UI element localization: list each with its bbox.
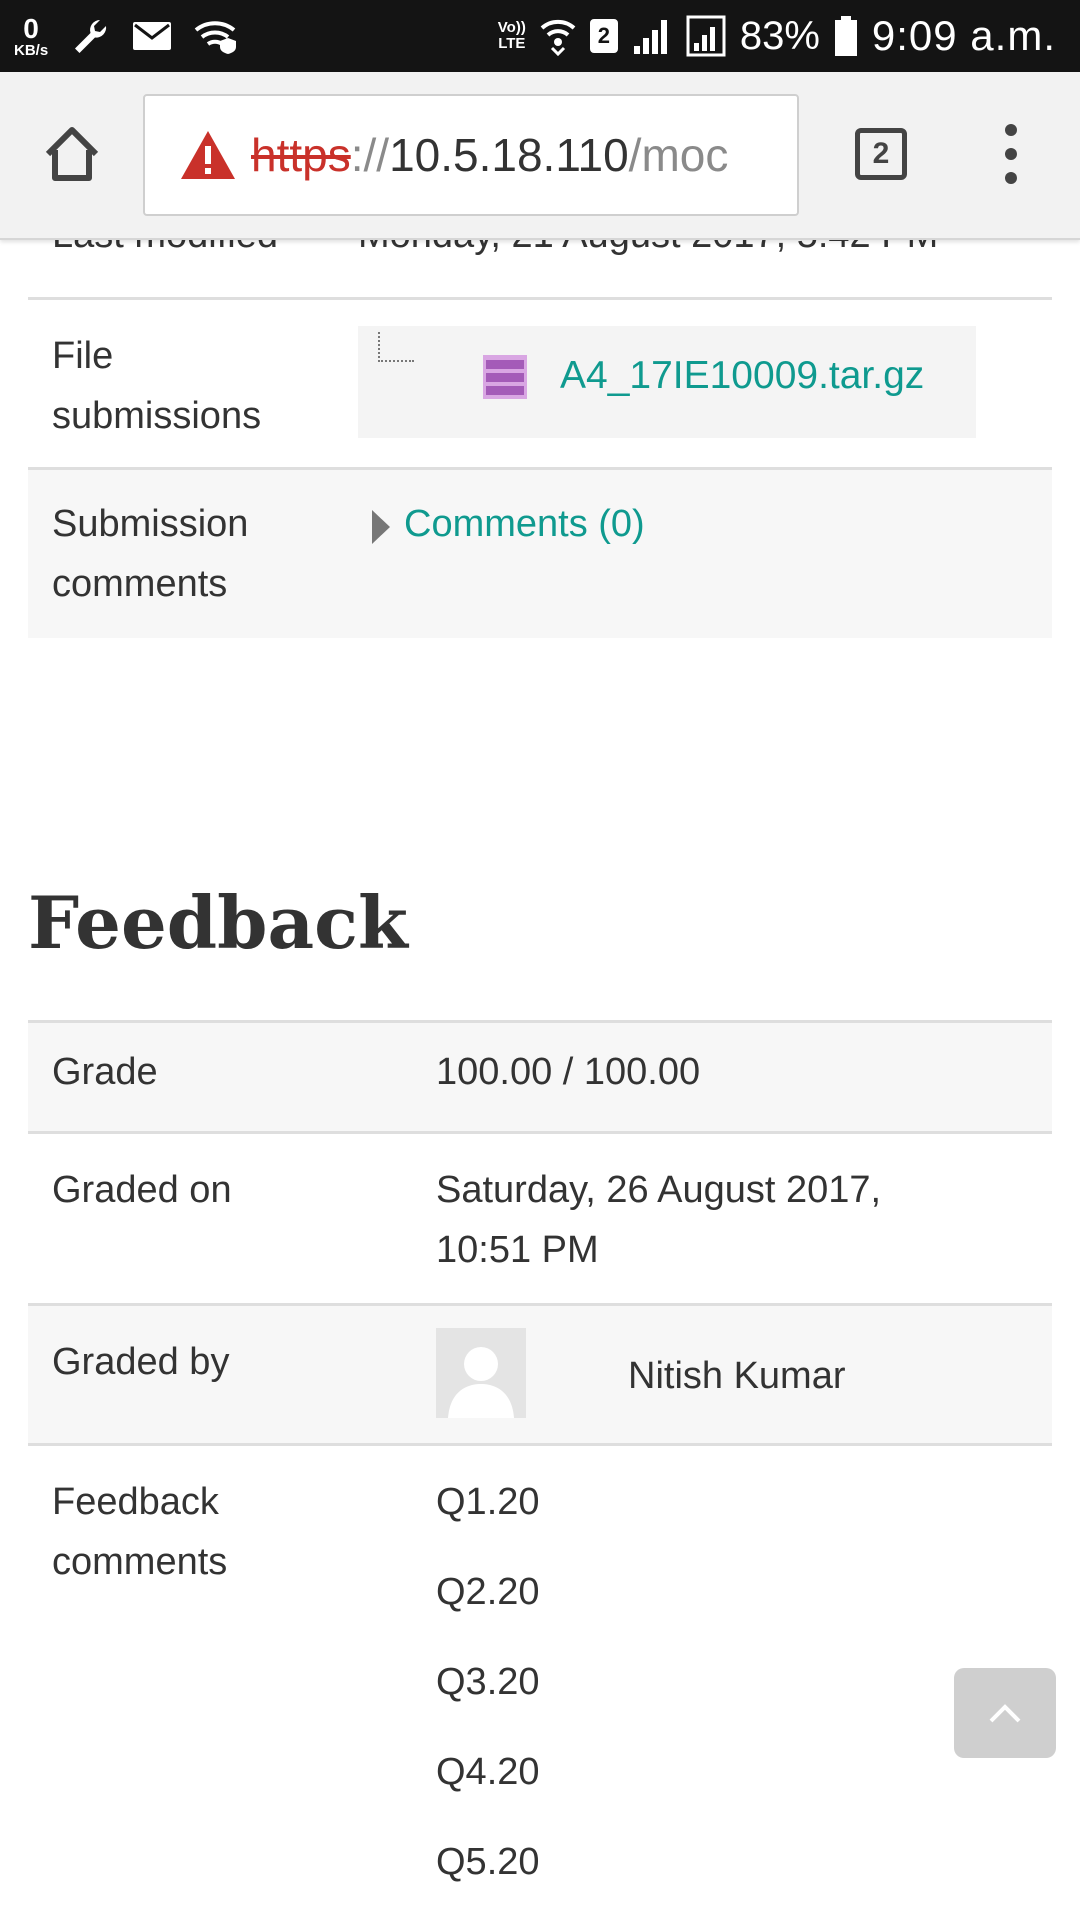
submission-comments-row: Submission comments Comments (0) — [28, 470, 1052, 638]
url-text: https://10.5.18.110/moc — [251, 128, 728, 182]
status-bar-left: 0 KB/s — [14, 0, 240, 72]
grade-value: 100.00 / 100.00 — [436, 1051, 701, 1093]
archive-file-icon[interactable] — [482, 354, 528, 400]
url-host: 10.5.18.110 — [389, 129, 629, 181]
list-item: Q4.20 — [436, 1751, 540, 1793]
url-bar[interactable]: https://10.5.18.110/moc — [143, 94, 799, 216]
mail-icon — [133, 22, 172, 50]
expand-caret-icon[interactable] — [372, 510, 390, 544]
grade-row: Grade 100.00 / 100.00 — [28, 1020, 1052, 1134]
avatar[interactable] — [436, 1328, 526, 1418]
list-item: Q3.20 — [436, 1661, 540, 1703]
comments-link[interactable]: Comments (0) — [404, 494, 645, 554]
feedback-heading: Feedback — [28, 880, 408, 965]
url-path: /moc — [628, 129, 729, 181]
list-item: Q5.20 — [436, 1841, 540, 1883]
tab-switcher-button[interactable]: 2 — [855, 128, 907, 180]
graded-by-label: Graded by — [52, 1341, 230, 1383]
file-submissions-label: File submissions — [52, 335, 262, 437]
signal-icon — [633, 20, 667, 54]
wifi-shield-icon — [194, 21, 237, 54]
status-bar: 0 KB/s Vo)) LTE 2 83% 9:09 a.m. — [0, 0, 1080, 72]
chevron-up-icon — [989, 1704, 1021, 1723]
file-tree: A4_17IE10009.tar.gz — [358, 326, 976, 438]
submission-comments-label: Submission comments — [52, 503, 249, 605]
graded-on-value: Saturday, 26 August 2017, 10:51 PM — [436, 1169, 882, 1271]
list-item: Q1.20 — [436, 1481, 540, 1523]
data-speed-indicator: 0 KB/s — [14, 12, 49, 59]
home-icon[interactable] — [40, 122, 104, 186]
url-scheme: https — [251, 129, 351, 181]
feedback-comments-list: Q1.20 Q2.20 Q3.20 Q4.20 Q5.20 — [436, 1472, 540, 1920]
volte-indicator: Vo)) LTE — [497, 18, 526, 52]
battery-icon — [834, 16, 857, 56]
graded-on-label: Graded on — [52, 1169, 232, 1211]
feedback-comments-row: Feedback comments Q1.20 Q2.20 Q3.20 Q4.2… — [28, 1446, 1052, 1920]
file-link[interactable]: A4_17IE10009.tar.gz — [560, 348, 924, 404]
url-separator: :// — [350, 129, 390, 181]
clock: 9:09 a.m. — [871, 12, 1056, 59]
grader-name[interactable]: Nitish Kumar — [628, 1346, 846, 1406]
feedback-comments-label: Feedback comments — [52, 1481, 228, 1583]
browser-toolbar: https://10.5.18.110/moc 2 — [0, 72, 1080, 240]
overflow-menu-icon[interactable] — [1000, 124, 1022, 184]
graded-on-row: Graded on Saturday, 26 August 2017, 10:5… — [28, 1134, 1052, 1306]
tree-connector — [378, 332, 414, 362]
file-submissions-row: File submissions A4_17IE10009.tar.gz — [28, 300, 1052, 470]
grade-label: Grade — [52, 1051, 158, 1093]
warning-icon[interactable] — [179, 129, 237, 181]
wrench-icon — [75, 20, 107, 53]
sim-slot-indicator: 2 — [589, 19, 618, 53]
battery-percent: 83% — [739, 13, 820, 58]
status-bar-right: Vo)) LTE 2 83% 9:09 a.m. — [498, 0, 1056, 72]
wifi-data-icon — [540, 19, 576, 56]
graded-by-row: Graded by Nitish Kumar — [28, 1306, 1052, 1446]
signal-box-icon — [686, 15, 726, 57]
list-item: Q2.20 — [436, 1571, 540, 1613]
back-to-top-button[interactable] — [954, 1668, 1056, 1758]
